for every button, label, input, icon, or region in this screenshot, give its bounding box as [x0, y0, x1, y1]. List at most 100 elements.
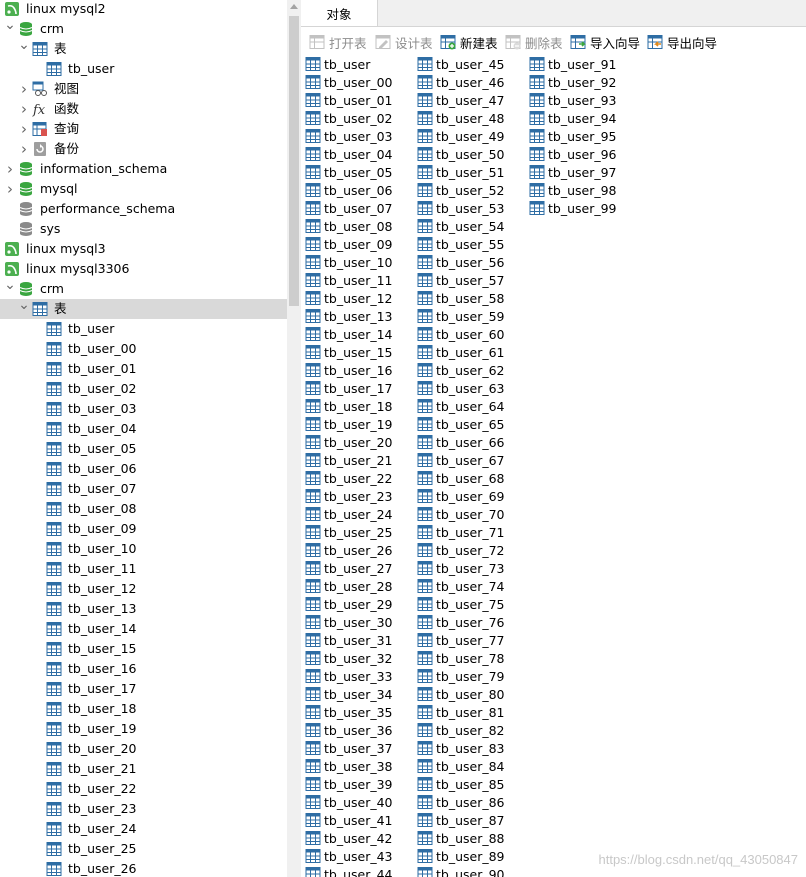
- object-item[interactable]: tb_user_95: [529, 127, 617, 145]
- object-item[interactable]: tb_user_79: [417, 667, 505, 685]
- object-item[interactable]: tb_user_19: [305, 415, 393, 433]
- object-item[interactable]: tb_user_25: [305, 523, 393, 541]
- object-item[interactable]: tb_user_93: [529, 91, 617, 109]
- object-item[interactable]: tb_user_89: [417, 847, 505, 865]
- tree-row[interactable]: tb_user_15: [0, 639, 287, 659]
- object-item[interactable]: tb_user_74: [417, 577, 505, 595]
- chevron-right-icon[interactable]: ›: [4, 179, 16, 199]
- object-item[interactable]: tb_user_40: [305, 793, 393, 811]
- object-item[interactable]: tb_user_68: [417, 469, 505, 487]
- chevron-down-icon[interactable]: ⌄: [4, 15, 16, 35]
- object-item[interactable]: tb_user_66: [417, 433, 505, 451]
- tree-row[interactable]: tb_user_25: [0, 839, 287, 859]
- tree-row[interactable]: tb_user_19: [0, 719, 287, 739]
- object-item[interactable]: tb_user_09: [305, 235, 393, 253]
- object-item[interactable]: tb_user_29: [305, 595, 393, 613]
- object-item[interactable]: tb_user_86: [417, 793, 505, 811]
- object-item[interactable]: tb_user_17: [305, 379, 393, 397]
- object-item[interactable]: tb_user_13: [305, 307, 393, 325]
- object-item[interactable]: tb_user_28: [305, 577, 393, 595]
- object-item[interactable]: tb_user_04: [305, 145, 393, 163]
- object-item[interactable]: tb_user_26: [305, 541, 393, 559]
- navigation-tree[interactable]: linux mysql2 ⌄ crm ⌄ 表 tb_user › 视图 › fx 函数 › 查询 › 备份 ›…: [0, 0, 287, 877]
- object-item[interactable]: tb_user_27: [305, 559, 393, 577]
- object-item[interactable]: tb_user: [305, 55, 370, 73]
- import-wizard-button[interactable]: 导入向导: [570, 33, 640, 51]
- object-item[interactable]: tb_user_87: [417, 811, 505, 829]
- tree-row[interactable]: linux mysql2: [0, 0, 287, 19]
- delete-table-button[interactable]: 删除表: [505, 33, 563, 51]
- object-item[interactable]: tb_user_48: [417, 109, 505, 127]
- object-item[interactable]: tb_user_69: [417, 487, 505, 505]
- chevron-right-icon[interactable]: ›: [18, 139, 30, 159]
- object-item[interactable]: tb_user_06: [305, 181, 393, 199]
- scroll-up-arrow-icon[interactable]: [290, 4, 298, 9]
- object-item[interactable]: tb_user_63: [417, 379, 505, 397]
- tree-row[interactable]: › 查询: [0, 119, 287, 139]
- tree-row[interactable]: tb_user_00: [0, 339, 287, 359]
- object-item[interactable]: tb_user_88: [417, 829, 505, 847]
- object-item[interactable]: tb_user_57: [417, 271, 505, 289]
- object-item[interactable]: tb_user_84: [417, 757, 505, 775]
- chevron-down-icon[interactable]: ⌄: [18, 295, 30, 315]
- object-item[interactable]: tb_user_77: [417, 631, 505, 649]
- tree-row[interactable]: tb_user_24: [0, 819, 287, 839]
- tree-row[interactable]: tb_user_05: [0, 439, 287, 459]
- object-item[interactable]: tb_user_30: [305, 613, 393, 631]
- object-item[interactable]: tb_user_44: [305, 865, 393, 877]
- tree-row[interactable]: tb_user_10: [0, 539, 287, 559]
- export-wizard-button[interactable]: 导出向导: [647, 33, 717, 51]
- tree-row[interactable]: tb_user_18: [0, 699, 287, 719]
- object-item[interactable]: tb_user_50: [417, 145, 505, 163]
- scroll-thumb[interactable]: [289, 16, 299, 306]
- chevron-right-icon[interactable]: ›: [18, 79, 30, 99]
- object-item[interactable]: tb_user_94: [529, 109, 617, 127]
- object-item[interactable]: tb_user_65: [417, 415, 505, 433]
- object-item[interactable]: tb_user_32: [305, 649, 393, 667]
- tree-row[interactable]: tb_user_23: [0, 799, 287, 819]
- object-item[interactable]: tb_user_39: [305, 775, 393, 793]
- object-item[interactable]: tb_user_97: [529, 163, 617, 181]
- tree-row[interactable]: ⌄ 表: [0, 297, 287, 319]
- object-item[interactable]: tb_user_43: [305, 847, 393, 865]
- object-item[interactable]: tb_user_61: [417, 343, 505, 361]
- object-item[interactable]: tb_user_71: [417, 523, 505, 541]
- object-item[interactable]: tb_user_41: [305, 811, 393, 829]
- open-table-button[interactable]: 打开表: [309, 33, 367, 51]
- object-item[interactable]: tb_user_11: [305, 271, 393, 289]
- object-item[interactable]: tb_user_51: [417, 163, 505, 181]
- tree-row[interactable]: tb_user_26: [0, 859, 287, 877]
- object-item[interactable]: tb_user_10: [305, 253, 393, 271]
- object-item[interactable]: tb_user_67: [417, 451, 505, 469]
- object-item[interactable]: tb_user_62: [417, 361, 505, 379]
- object-item[interactable]: tb_user_08: [305, 217, 393, 235]
- tree-row[interactable]: › mysql: [0, 179, 287, 199]
- tree-row[interactable]: tb_user_21: [0, 759, 287, 779]
- tree-row[interactable]: tb_user_01: [0, 359, 287, 379]
- object-item[interactable]: tb_user_56: [417, 253, 505, 271]
- chevron-down-icon[interactable]: ⌄: [4, 275, 16, 295]
- object-item[interactable]: tb_user_80: [417, 685, 505, 703]
- tree-row[interactable]: tb_user: [0, 59, 287, 79]
- tree-row[interactable]: tb_user_16: [0, 659, 287, 679]
- tree-row[interactable]: tb_user_14: [0, 619, 287, 639]
- object-item[interactable]: tb_user_96: [529, 145, 617, 163]
- object-item[interactable]: tb_user_36: [305, 721, 393, 739]
- tree-row[interactable]: ⌄ crm: [0, 277, 287, 299]
- object-item[interactable]: tb_user_03: [305, 127, 393, 145]
- object-item[interactable]: tb_user_49: [417, 127, 505, 145]
- object-item[interactable]: tb_user_00: [305, 73, 393, 91]
- object-item[interactable]: tb_user_73: [417, 559, 505, 577]
- tree-row[interactable]: ⌄ 表: [0, 37, 287, 59]
- tree-row[interactable]: ⌄ crm: [0, 17, 287, 39]
- tree-row[interactable]: sys: [0, 219, 287, 239]
- object-item[interactable]: tb_user_02: [305, 109, 393, 127]
- tree-row[interactable]: tb_user_08: [0, 499, 287, 519]
- object-item[interactable]: tb_user_81: [417, 703, 505, 721]
- object-item[interactable]: tb_user_16: [305, 361, 393, 379]
- object-item[interactable]: tb_user_75: [417, 595, 505, 613]
- chevron-right-icon[interactable]: ›: [4, 159, 16, 179]
- new-table-button[interactable]: 新建表: [440, 33, 498, 51]
- object-item[interactable]: tb_user_58: [417, 289, 505, 307]
- object-item[interactable]: tb_user_24: [305, 505, 393, 523]
